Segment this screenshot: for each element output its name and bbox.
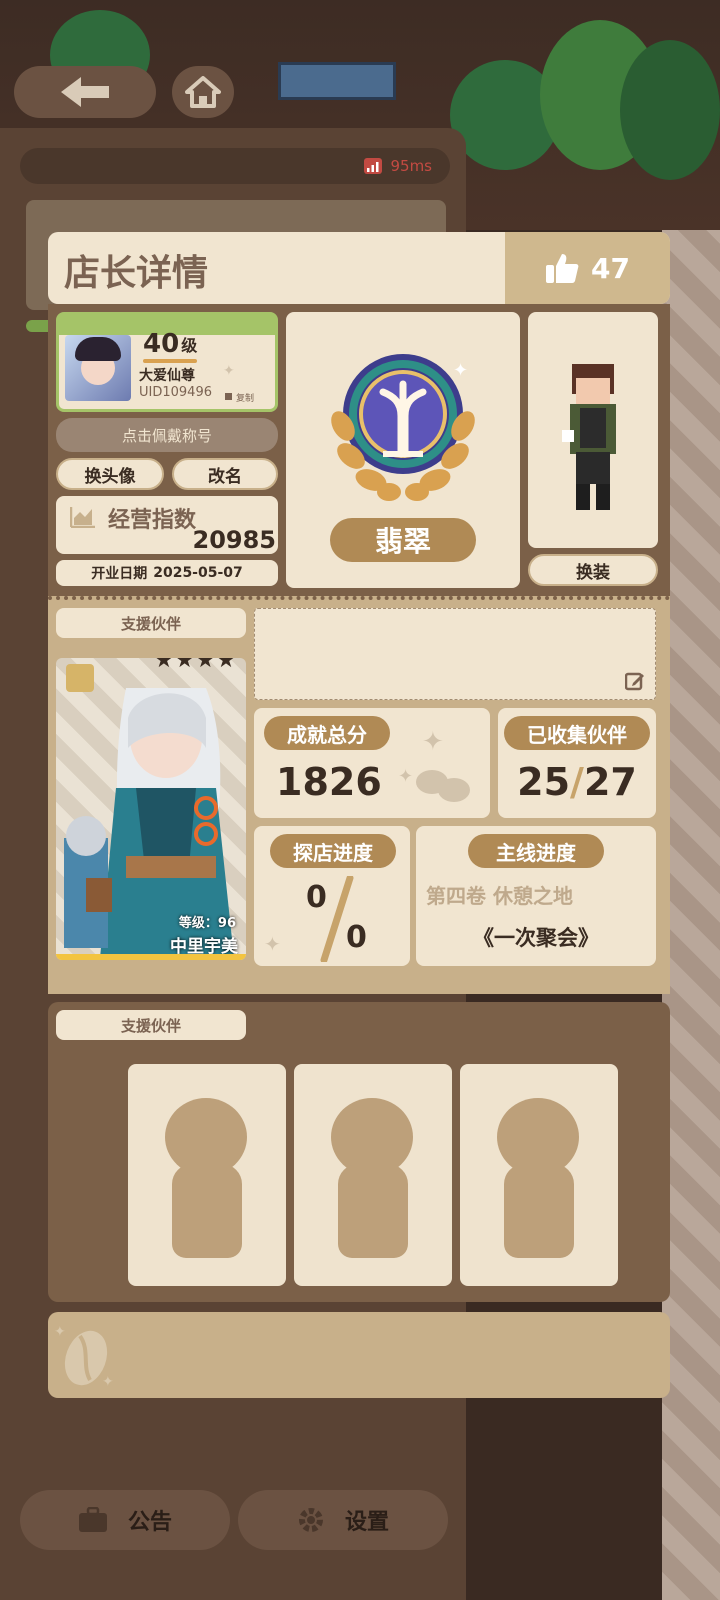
signature-box[interactable]	[254, 608, 656, 700]
rename-button[interactable]: 改名	[172, 458, 278, 490]
gear-icon	[298, 1508, 323, 1532]
store-manager-card: 店长详情 47 40 级 大爱仙尊 UID109496 复制 ✦ 点击佩戴称号 …	[48, 232, 670, 1402]
profile-section: 40 级 大爱仙尊 UID109496 复制 ✦ 点击佩戴称号 换头像 改名 经…	[48, 304, 670, 596]
open-date-label: 开业日期	[91, 566, 148, 582]
collected-count: 25/27	[517, 760, 637, 804]
coffee-bean-icon: ✦ ✦	[54, 1324, 114, 1390]
rank-name: 翡翠	[374, 525, 431, 558]
signboard	[278, 62, 396, 100]
support-slot-3[interactable]	[460, 1064, 618, 1286]
partner-section-label-box: 支援伙伴	[56, 608, 246, 638]
edit-icon[interactable]	[625, 671, 645, 691]
settings-label: 设置	[344, 1510, 389, 1535]
partner-section-label: 支援伙伴	[120, 614, 181, 633]
uid-text: UID109496	[139, 385, 212, 400]
thumbs-up-icon	[546, 254, 579, 283]
business-index-label: 经营指数	[108, 508, 197, 533]
explore-label: 探店进度	[293, 840, 373, 865]
title-name: 大爱仙尊	[139, 368, 195, 384]
notice-label: 公告	[127, 1510, 172, 1535]
business-index-box: 经营指数 20985	[56, 496, 278, 554]
main-chapter: 《一次聚会》	[473, 926, 599, 950]
achievement-box: 成就总分 1826 ✦ ✦	[254, 708, 490, 818]
back-arrow-icon	[61, 77, 109, 107]
collected-value: 25	[517, 760, 571, 804]
sparkle-icon: ✦	[223, 363, 235, 379]
home-button[interactable]	[172, 66, 234, 118]
explore-tag: 探店进度	[270, 834, 396, 868]
svg-text:✦: ✦	[422, 727, 444, 757]
svg-text:✦: ✦	[54, 1324, 66, 1340]
collected-box: 已收集伙伴 25/27	[498, 708, 656, 818]
character-sprite	[562, 364, 616, 510]
copy-label: 复制	[236, 394, 255, 404]
rename-label: 改名	[208, 466, 242, 487]
settings-button[interactable]: 设置	[238, 1490, 448, 1550]
rank-name-badge: 翡翠	[330, 518, 476, 562]
card-title: 店长详情	[64, 253, 209, 294]
open-date-box: 开业日期 2025-05-07	[56, 560, 278, 586]
support-label-box: 支援伙伴	[56, 1010, 246, 1040]
achievement-label: 成就总分	[287, 722, 367, 747]
change-outfit-label: 换装	[576, 562, 610, 583]
svg-text:✦: ✦	[102, 1374, 114, 1390]
avatar[interactable]	[65, 335, 131, 401]
notice-icon	[78, 1507, 107, 1532]
rank-box: ✦ 翡翠	[286, 312, 520, 588]
svg-text:✦: ✦	[398, 766, 413, 787]
floor-tiles	[662, 230, 720, 1600]
signal-icon	[364, 158, 383, 174]
card-header: 店长详情 47	[48, 232, 670, 304]
wear-title-label: 点击佩戴称号	[121, 426, 212, 445]
profile-box: 40 级 大爱仙尊 UID109496 复制 ✦	[56, 312, 278, 412]
wear-title-button[interactable]: 点击佩戴称号	[56, 418, 278, 452]
copy-uid-button[interactable]: 复制	[225, 391, 254, 404]
back-button[interactable]	[14, 66, 156, 118]
collected-total: 27	[583, 760, 637, 804]
collected-label: 已收集伙伴	[527, 722, 627, 747]
partner-card[interactable]: ★★★★ 等级：96 中里宇美	[56, 658, 246, 960]
emerald-rank-emblem: ✦	[331, 354, 475, 501]
sparkle-icon: ✦	[264, 932, 281, 956]
home-icon	[185, 76, 221, 108]
achievement-tag: 成就总分	[264, 716, 390, 750]
collected-tag: 已收集伙伴	[504, 716, 650, 750]
like-button[interactable]: 47	[505, 232, 670, 304]
change-outfit-button[interactable]: 换装	[528, 554, 658, 586]
network-status: 95ms	[20, 148, 450, 184]
main-progress-label: 主线进度	[496, 840, 576, 865]
change-avatar-label: 换头像	[84, 466, 136, 487]
coffee-bean-icon: ✦ ✦	[398, 727, 470, 802]
game-screen: 95ms 店长详情 47 40 级 大爱仙尊 UID109496 复制 ✦ 点击…	[0, 0, 720, 1600]
like-count: 47	[591, 251, 630, 285]
support-label: 支援伙伴	[120, 1016, 181, 1035]
partner-level: 等级：96	[178, 916, 236, 931]
copy-icon	[225, 393, 232, 400]
support-partners-section: 支援伙伴	[48, 1002, 670, 1302]
rarity-bar	[56, 954, 246, 960]
stats-section: 支援伙伴 ★★★★ 等级：96 中里宇美 成就总分 1826 ✦ ✦ 已收集伙伴…	[48, 596, 670, 994]
main-volume: 第四卷 休憩之地	[426, 884, 573, 908]
svg-text:✦: ✦	[453, 360, 468, 381]
support-slot-2[interactable]	[294, 1064, 452, 1286]
level-underline	[143, 359, 197, 363]
change-avatar-button[interactable]: 换头像	[56, 458, 164, 490]
outfit-box	[528, 312, 658, 548]
chart-icon	[70, 507, 95, 528]
level-number: 40	[143, 329, 180, 359]
achievement-value: 1826	[276, 760, 382, 804]
level-unit: 级	[181, 336, 198, 355]
notice-button[interactable]: 公告	[20, 1490, 230, 1550]
explore-total: 0	[346, 920, 367, 955]
explore-box: 探店进度 0 0 ✦	[254, 826, 410, 966]
ping-text: 95ms	[390, 157, 432, 175]
open-date-value: 2025-05-07	[153, 565, 243, 581]
business-index-value: 20985	[192, 526, 277, 554]
main-progress-tag: 主线进度	[468, 834, 604, 868]
tree-decoration	[620, 40, 720, 180]
support-slot-1[interactable]	[128, 1064, 286, 1286]
main-story-box: 主线进度 第四卷 休憩之地 《一次聚会》	[416, 826, 656, 966]
coffee-strip: ✦ ✦	[48, 1312, 670, 1398]
